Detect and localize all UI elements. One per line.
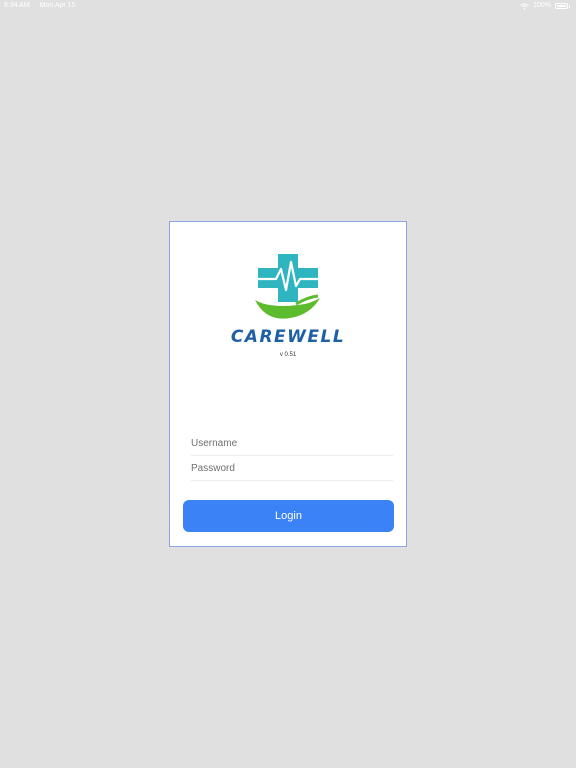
status-date: Mon Apr 15: [39, 2, 76, 9]
status-right: 100%: [520, 0, 570, 12]
username-field[interactable]: [191, 432, 393, 456]
brand-name: CAREWELL: [230, 327, 346, 347]
battery-icon: [555, 3, 568, 9]
carewell-logo-icon: [255, 254, 320, 319]
login-button[interactable]: Login: [183, 500, 394, 532]
status-bar: 8:34 AM Mon Apr 15 100%: [0, 0, 576, 12]
app-version: v 0.51: [279, 352, 297, 358]
login-card: CAREWELL v 0.51 Login: [169, 221, 407, 547]
password-field[interactable]: [191, 457, 393, 481]
battery-percent: 100%: [533, 2, 551, 9]
status-left: 8:34 AM Mon Apr 15: [4, 0, 75, 12]
wifi-icon: [520, 2, 529, 10]
battery-tip: [569, 4, 570, 8]
status-time: 8:34 AM: [4, 2, 30, 9]
